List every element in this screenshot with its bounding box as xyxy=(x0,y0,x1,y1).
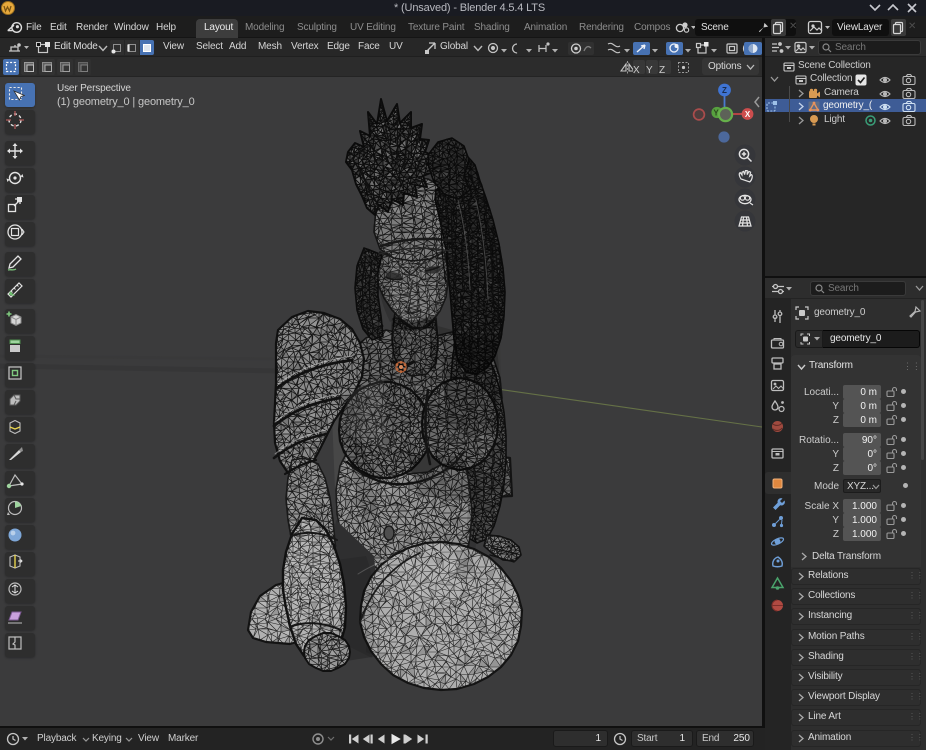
svg-text:Z: Z xyxy=(722,86,727,95)
svg-text:Y: Y xyxy=(713,109,719,118)
svg-text:X: X xyxy=(745,110,751,119)
